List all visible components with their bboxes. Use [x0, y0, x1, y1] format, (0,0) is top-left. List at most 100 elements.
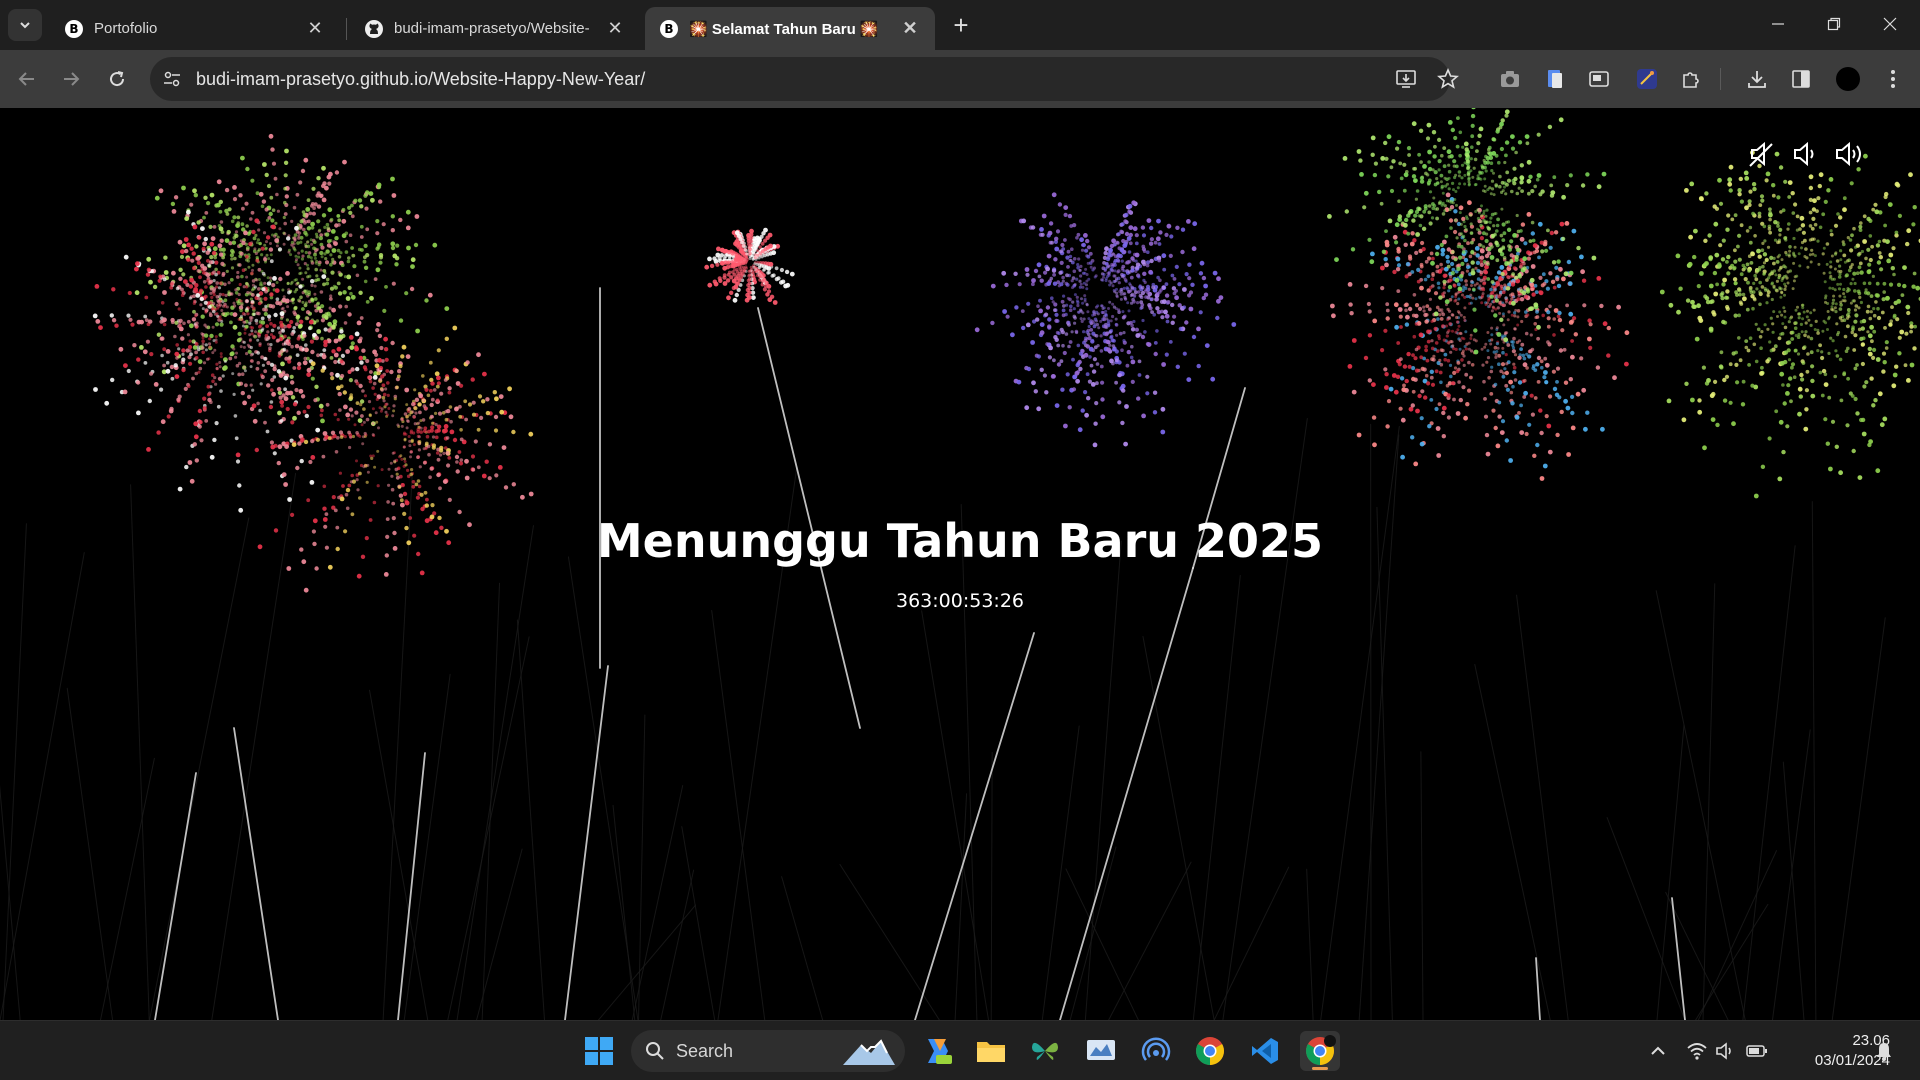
smoke-trail: [0, 552, 85, 1020]
spark: [180, 336, 185, 341]
site-settings-icon[interactable]: [162, 69, 182, 94]
spark: [1439, 348, 1444, 352]
spark: [213, 348, 217, 352]
spark: [249, 345, 253, 350]
spark: [429, 402, 434, 408]
spark: [1473, 328, 1478, 333]
spark: [1153, 240, 1158, 245]
spark: [508, 414, 514, 420]
tab-github[interactable]: budi-imam-prasetyo/Website- ✕: [350, 7, 640, 50]
spark: [1142, 249, 1147, 253]
spark: [1071, 276, 1076, 280]
spark: [1145, 391, 1150, 396]
spark: [1099, 364, 1104, 369]
spark: [294, 387, 299, 393]
spark: [1049, 276, 1054, 281]
spark: [1356, 149, 1362, 154]
spark: [387, 407, 391, 410]
spark: [256, 249, 260, 253]
tab-portofolio[interactable]: B Portofolio ✕: [50, 7, 340, 50]
spark: [1123, 241, 1128, 246]
spark: [1396, 263, 1402, 268]
spark: [1554, 265, 1559, 270]
spark: [295, 288, 299, 292]
spark: [210, 236, 216, 242]
camera-extension-button[interactable]: [1493, 62, 1527, 96]
spark: [1017, 282, 1022, 287]
close-icon[interactable]: ✕: [604, 18, 626, 40]
spark: [1024, 405, 1030, 411]
browser-menu-button[interactable]: [1876, 62, 1910, 96]
address-bar[interactable]: budi-imam-prasetyo.github.io/Website-Hap…: [150, 57, 1459, 101]
spark: [165, 349, 171, 354]
profile-button[interactable]: [1831, 62, 1865, 96]
spark: [1485, 160, 1490, 165]
picture-in-picture-button[interactable]: [1582, 62, 1616, 96]
spark: [1002, 309, 1007, 314]
spark: [1100, 397, 1105, 402]
spark: [318, 403, 324, 409]
spark: [201, 246, 206, 251]
spark: [295, 465, 300, 471]
spark: [214, 421, 219, 426]
spark: [216, 179, 222, 185]
tab-selamat-tahun-baru[interactable]: B 🎇 Selamat Tahun Baru 🎇 ✕: [645, 7, 935, 50]
spark: [1454, 295, 1458, 299]
spark: [1066, 249, 1071, 254]
spark: [432, 388, 437, 392]
spark: [1498, 174, 1502, 179]
extensions-button[interactable]: [1674, 62, 1708, 96]
spark: [1606, 353, 1611, 358]
bookmark-star-icon[interactable]: [1437, 67, 1459, 95]
spark: [206, 392, 211, 397]
close-icon[interactable]: ✕: [304, 18, 326, 40]
spark: [1149, 271, 1154, 275]
side-panel-button[interactable]: [1784, 62, 1818, 96]
spark: [1497, 294, 1501, 299]
close-icon[interactable]: ✕: [899, 18, 921, 40]
minimize-button[interactable]: [1758, 8, 1798, 40]
spark: [1155, 306, 1160, 311]
spark: [225, 269, 229, 273]
colorful-extension-button[interactable]: [1630, 62, 1664, 96]
spark: [270, 444, 276, 450]
spark: [1494, 275, 1499, 280]
spark: [278, 227, 282, 231]
spark: [204, 285, 208, 289]
spark: [276, 209, 280, 213]
downloads-button[interactable]: [1740, 62, 1774, 96]
extension-button[interactable]: [1538, 62, 1572, 96]
spark: [263, 369, 268, 374]
restore-button[interactable]: [1814, 8, 1854, 40]
smoke-trail: [681, 826, 716, 1020]
spark: [1460, 351, 1465, 356]
spark: [430, 503, 435, 508]
spark: [1437, 286, 1441, 290]
spark: [146, 447, 151, 452]
spark: [1038, 298, 1042, 303]
spark: [1112, 274, 1116, 278]
spark: [286, 281, 290, 285]
forward-button[interactable]: [54, 62, 88, 96]
spark: [1470, 134, 1475, 139]
spark: [1911, 284, 1916, 289]
back-button[interactable]: [10, 62, 44, 96]
close-window-button[interactable]: [1870, 8, 1910, 40]
spark: [290, 280, 294, 284]
new-tab-button[interactable]: +: [948, 10, 974, 40]
spark: [212, 225, 217, 229]
spark: [1510, 134, 1515, 139]
reload-button[interactable]: [100, 62, 134, 96]
spark: [144, 295, 149, 300]
spark: [1061, 343, 1065, 348]
spark: [1212, 270, 1218, 276]
spark: [1464, 330, 1468, 334]
tab-search-button[interactable]: [8, 9, 42, 41]
spark: [422, 398, 426, 403]
install-app-icon[interactable]: [1395, 68, 1417, 95]
spark: [1489, 287, 1493, 292]
smoke-trail: [1213, 866, 1290, 1020]
spark: [1479, 270, 1484, 275]
spark: [1367, 237, 1372, 242]
spark: [1443, 352, 1448, 357]
